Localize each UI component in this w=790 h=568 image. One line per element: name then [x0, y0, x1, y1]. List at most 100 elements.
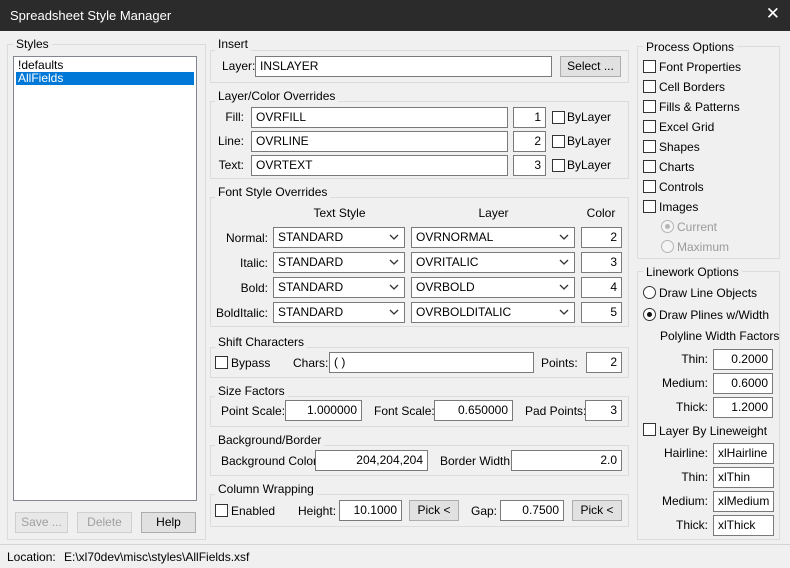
font-layer-value: OVRBOLDITALIC	[416, 305, 512, 319]
shift-points-input[interactable]: 2	[586, 352, 622, 373]
chevron-down-icon[interactable]	[389, 282, 399, 292]
process-option-checkbox[interactable]	[643, 180, 656, 193]
insert-group-label: Insert	[215, 37, 252, 51]
draw-plines-radio[interactable]	[643, 308, 656, 321]
process-option-checkbox[interactable]	[643, 60, 656, 73]
font-style-row-label: Normal:	[225, 231, 268, 245]
font-color-input[interactable]: 5	[581, 302, 622, 323]
process-option-label: Images	[659, 200, 699, 214]
text-style-value: STANDARD	[278, 305, 344, 319]
lineweight-layer-input[interactable]: xlThick	[713, 515, 774, 536]
wrapping-enabled-label: Enabled	[231, 504, 276, 518]
process-option-label: Shapes	[659, 140, 700, 154]
text-style-select[interactable]: STANDARD	[273, 227, 405, 248]
save-button[interactable]: Save ...	[15, 512, 68, 533]
insert-layer-input[interactable]: INSLAYER	[255, 56, 552, 77]
process-option-checkbox[interactable]	[643, 140, 656, 153]
linework-options-group-label: Linework Options	[643, 265, 742, 279]
bylayer-checkbox[interactable]	[552, 135, 565, 148]
bylayer-checkbox[interactable]	[552, 111, 565, 124]
process-option-label: Charts	[659, 160, 695, 174]
font-layer-select[interactable]: OVRBOLDITALIC	[411, 302, 575, 323]
wrap-height-label: Height:	[298, 504, 337, 518]
font-layer-value: OVRNORMAL	[416, 230, 494, 244]
chars-input[interactable]: ( )	[329, 352, 534, 373]
override-color-input[interactable]: 2	[513, 131, 546, 152]
lineweight-layer-input[interactable]: xlThin	[713, 467, 774, 488]
lineweight-layer-label: Thick:	[675, 518, 708, 532]
font-color-input[interactable]: 4	[581, 277, 622, 298]
override-layer-input[interactable]: OVRTEXT	[251, 155, 508, 176]
pick-height-button[interactable]: Pick <	[409, 500, 459, 521]
shift-points-label: Points:	[541, 356, 578, 370]
border-width-input[interactable]: 2.0	[511, 450, 622, 471]
polyline-factor-input[interactable]: 0.2000	[713, 349, 773, 370]
image-mode-radio[interactable]	[661, 220, 674, 233]
font-layer-select[interactable]: OVRITALIC	[411, 252, 575, 273]
styles-list[interactable]: !defaults AllFields	[13, 56, 197, 501]
font-color-input[interactable]: 2	[581, 227, 622, 248]
chars-label: Chars:	[293, 356, 329, 370]
chevron-down-icon[interactable]	[559, 232, 569, 242]
image-mode-radio[interactable]	[661, 240, 674, 253]
font-layer-value: OVRITALIC	[416, 255, 479, 269]
background-color-input[interactable]: 204,204,204	[315, 450, 428, 471]
override-row-label: Line:	[217, 134, 244, 148]
override-row-label: Fill:	[225, 110, 244, 124]
help-button[interactable]: Help	[141, 512, 196, 533]
bylayer-checkbox[interactable]	[552, 159, 565, 172]
status-bar: Location: E:\xl70dev\misc\styles\AllFiel…	[0, 544, 790, 568]
font-layer-select[interactable]: OVRBOLD	[411, 277, 575, 298]
chevron-down-icon[interactable]	[389, 307, 399, 317]
pad-points-input[interactable]: 3	[585, 400, 622, 421]
wrapping-enabled-checkbox[interactable]	[215, 504, 228, 517]
draw-plines-label: Draw Plines w/Width	[659, 308, 770, 322]
bypass-checkbox[interactable]	[215, 356, 228, 369]
draw-line-objects-radio[interactable]	[643, 286, 656, 299]
polyline-factor-label: Medium:	[661, 376, 708, 390]
layer-by-lineweight-checkbox[interactable]	[643, 423, 656, 436]
image-mode-label: Current	[677, 220, 718, 234]
override-color-input[interactable]: 3	[513, 155, 546, 176]
pick-gap-button[interactable]: Pick <	[572, 500, 622, 521]
wrap-gap-input[interactable]: 0.7500	[500, 500, 564, 521]
font-color-input[interactable]: 3	[581, 252, 622, 273]
override-layer-input[interactable]: OVRLINE	[251, 131, 508, 152]
styles-list-item-allfields[interactable]: AllFields	[16, 72, 194, 85]
process-options-group-label: Process Options	[643, 40, 738, 54]
delete-button[interactable]: Delete	[77, 512, 132, 533]
process-option-label: Font Properties	[659, 60, 742, 74]
process-option-checkbox[interactable]	[643, 160, 656, 173]
chevron-down-icon[interactable]	[559, 257, 569, 267]
lineweight-layer-input[interactable]: xlMedium	[713, 491, 774, 512]
bylayer-label: ByLayer	[567, 110, 612, 124]
chevron-down-icon[interactable]	[559, 307, 569, 317]
shift-characters-group-label: Shift Characters	[215, 335, 308, 349]
override-layer-input[interactable]: OVRFILL	[251, 107, 508, 128]
process-option-checkbox[interactable]	[643, 200, 656, 213]
polyline-factor-input[interactable]: 0.6000	[713, 373, 773, 394]
process-option-checkbox[interactable]	[643, 120, 656, 133]
text-style-select[interactable]: STANDARD	[273, 277, 405, 298]
close-icon[interactable]: ✕	[766, 5, 780, 22]
border-width-label: Border Width:	[440, 454, 514, 468]
polyline-factor-label: Thick:	[675, 400, 708, 414]
override-color-input[interactable]: 1	[513, 107, 546, 128]
text-style-select[interactable]: STANDARD	[273, 252, 405, 273]
chevron-down-icon[interactable]	[389, 257, 399, 267]
point-scale-input[interactable]: 1.000000	[285, 400, 362, 421]
lineweight-layer-input[interactable]: xlHairline	[713, 443, 774, 464]
chevron-down-icon[interactable]	[559, 282, 569, 292]
pad-points-label: Pad Points:	[525, 404, 587, 418]
lineweight-layer-label: Medium:	[661, 494, 708, 508]
chevron-down-icon[interactable]	[389, 232, 399, 242]
text-style-select[interactable]: STANDARD	[273, 302, 405, 323]
wrap-height-input[interactable]: 10.1000	[339, 500, 402, 521]
process-option-label: Cell Borders	[659, 80, 726, 94]
process-option-checkbox[interactable]	[643, 100, 656, 113]
font-scale-input[interactable]: 0.650000	[434, 400, 513, 421]
font-layer-select[interactable]: OVRNORMAL	[411, 227, 575, 248]
process-option-checkbox[interactable]	[643, 80, 656, 93]
select-layer-button[interactable]: Select ...	[560, 56, 621, 77]
polyline-factor-input[interactable]: 1.2000	[713, 397, 773, 418]
